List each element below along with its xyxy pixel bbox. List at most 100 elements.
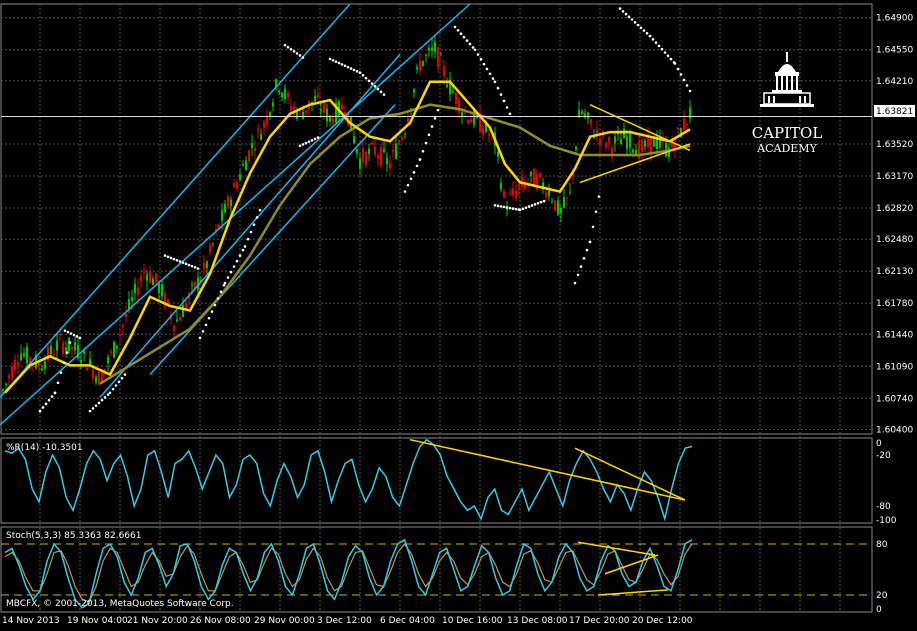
candle-body [605, 142, 607, 148]
candle-body [62, 342, 64, 354]
candle-body [452, 91, 454, 93]
parabolic-sar-dot [201, 330, 205, 333]
parabolic-sar-dot [193, 266, 197, 269]
parabolic-sar-dot [536, 201, 540, 205]
stoch-trendline [597, 589, 669, 596]
parabolic-sar-dot [97, 401, 101, 405]
parabolic-sar-dot [246, 237, 250, 241]
candle-body [20, 353, 22, 360]
parabolic-sar-dot [66, 330, 70, 334]
candle-body [677, 127, 679, 130]
candle-body [146, 274, 148, 281]
parabolic-sar-dot [430, 125, 434, 128]
candle-body [68, 337, 70, 352]
parabolic-sar-dot [582, 257, 586, 260]
parabolic-sar-dot [355, 69, 359, 73]
parabolic-sar-dot [579, 265, 583, 268]
candle-body [92, 369, 94, 379]
x-tick-label: 21 Nov 20:00 [127, 616, 188, 626]
parabolic-sar-dot [409, 177, 413, 181]
chart-canvas[interactable]: 1.64900 1.64550 1.64210 1.63520 1.63170 1.628… [0, 0, 917, 627]
candle-body [41, 368, 43, 371]
parabolic-sar-dot [436, 108, 440, 112]
parabolic-sar-dot [103, 396, 107, 399]
candle-body [14, 359, 16, 370]
x-tick-label: 10 Dec 16:00 [442, 616, 503, 626]
candle-body [632, 149, 634, 153]
parabolic-sar-dot [511, 207, 515, 210]
parabolic-sar-dot [642, 29, 646, 32]
candle-body [365, 151, 367, 166]
parabolic-sar-dot [313, 137, 317, 141]
y-tick-label: 1.61440 [876, 330, 913, 340]
candle-body [437, 47, 439, 68]
candle-body [497, 151, 499, 157]
parabolic-sar-dot [69, 332, 73, 335]
parabolic-sar-dot [527, 205, 531, 208]
parabolic-sar-dot [471, 46, 475, 49]
candle-body [422, 61, 424, 66]
parabolic-sar-dot [44, 402, 48, 406]
parabolic-sar-dot [573, 281, 577, 285]
parabolic-sar-dot [488, 72, 492, 76]
y-tick-label: 1.62820 [876, 204, 913, 214]
parabolic-sar-dot [255, 216, 259, 219]
candle-body [623, 128, 625, 139]
parabolic-sar-dot [298, 144, 302, 148]
candle-body [8, 375, 10, 379]
candle-body [626, 136, 628, 149]
candle-body [533, 168, 535, 185]
candle-body [119, 334, 121, 336]
candle-body [401, 137, 403, 140]
parabolic-sar-dot [316, 136, 320, 139]
candle-body [23, 353, 25, 357]
parabolic-sar-dot [379, 90, 383, 94]
parabolic-sar-dot [415, 164, 419, 168]
candle-body [71, 346, 73, 350]
current-price-label: 1.63821 [876, 107, 913, 117]
candle-body [392, 150, 394, 152]
chart-window[interactable]: 1.64900 1.64550 1.64210 1.63520 1.63170 1.628… [0, 0, 917, 627]
y-tick-label: 1.60400 [876, 425, 913, 435]
wpr-trendline [409, 438, 686, 501]
candle-body [293, 105, 295, 110]
candle-body [683, 118, 685, 130]
candle-body [323, 103, 325, 113]
y-tick-label: 1.60740 [876, 394, 913, 404]
parabolic-sar-dot [496, 86, 500, 90]
channel-line [99, 53, 401, 398]
parabolic-sar-dot [243, 245, 247, 248]
parabolic-sar-dot [123, 373, 127, 376]
parabolic-sar-dot [68, 341, 72, 344]
candle-body [74, 341, 76, 351]
parabolic-sar-dot [639, 26, 643, 30]
candle-body [257, 128, 259, 131]
parabolic-sar-dot [223, 281, 227, 285]
candle-body [416, 67, 418, 70]
parabolic-sar-dot [459, 32, 463, 36]
parabolic-sar-dot [576, 273, 580, 277]
candle-body [251, 143, 253, 149]
candle-body [443, 65, 445, 77]
candle-body [356, 149, 358, 154]
candle-body [344, 112, 346, 115]
parabolic-sar-dot [597, 195, 601, 198]
x-tick-label: 13 Dec 08:00 [507, 616, 568, 626]
y-tick-label: 1.63520 [876, 140, 913, 150]
candle-body [17, 362, 19, 366]
stoch-tick-label: 0 [876, 605, 882, 615]
parabolic-sar-dot [111, 387, 115, 391]
candle-body [65, 347, 67, 351]
y-tick-label: 1.64210 [876, 77, 913, 87]
parabolic-sar-dot [651, 38, 655, 41]
candle-body [326, 108, 328, 122]
candle-body [650, 136, 652, 154]
candle-body [599, 138, 601, 146]
parabolic-sar-dot [219, 290, 223, 294]
candle-body [2, 389, 4, 391]
parabolic-sar-dot [204, 323, 208, 327]
capitol-logo: CAPITOL ACADEMY [752, 52, 822, 155]
parabolic-sar-dot [636, 23, 640, 27]
candle-body [425, 54, 427, 56]
parabolic-sar-dot [340, 63, 344, 66]
